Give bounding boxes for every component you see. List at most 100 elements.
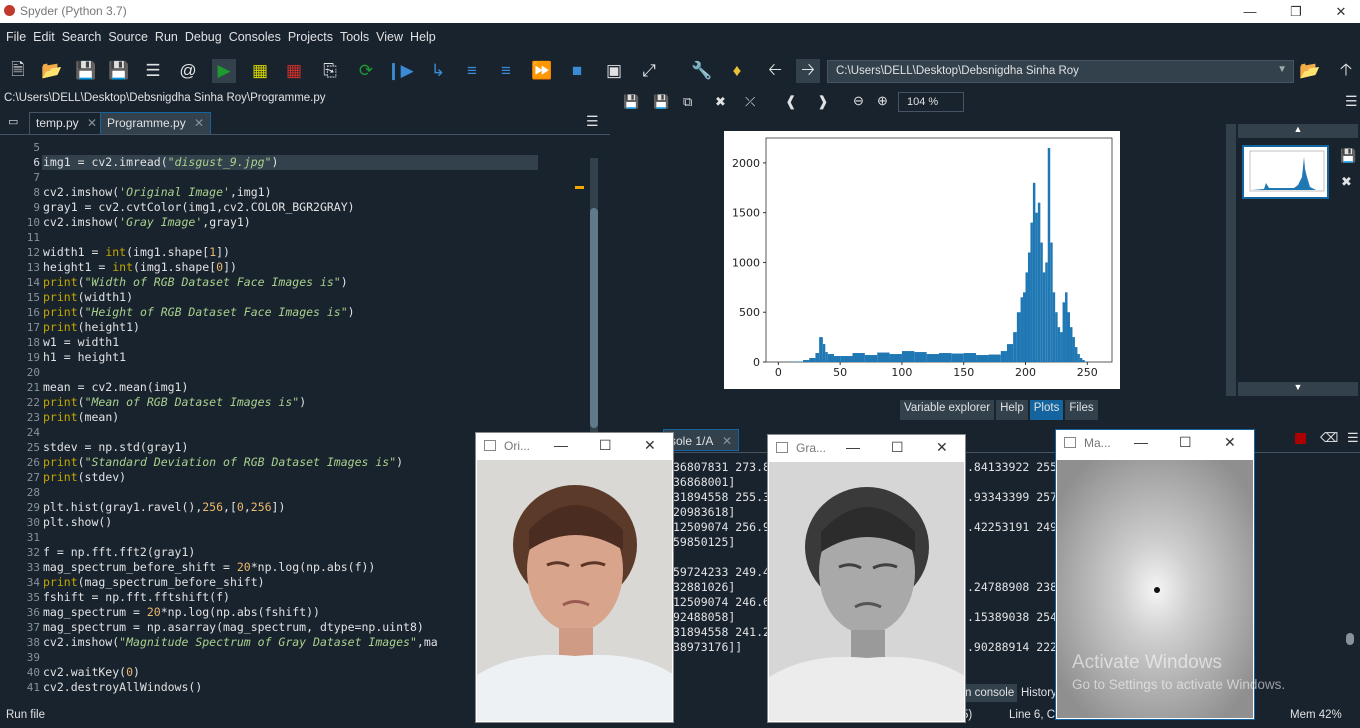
tab-files[interactable]: Files <box>1065 400 1098 420</box>
gray-image-window[interactable]: Gra... — ☐ ✕ <box>767 434 966 723</box>
menu-consoles[interactable]: Consoles <box>229 30 281 44</box>
minimize-icon[interactable]: — <box>1134 434 1148 450</box>
histogram-plot[interactable]: 0 50 100 150 200 250 0 500 1000 1500 2000 <box>724 131 1120 389</box>
run-cell-icon[interactable]: ▦ <box>248 59 272 83</box>
close-thumbnail-icon[interactable]: ✖ <box>1341 174 1352 190</box>
zoom-in-icon[interactable]: ⊕ <box>877 93 888 109</box>
parent-directory-icon[interactable]: 🡡 <box>1334 59 1358 83</box>
tab-plots[interactable]: Plots <box>1029 400 1064 420</box>
working-directory-combo[interactable]: C:\Users\DELL\Desktop\Debsnigdha Sinha R… <box>827 60 1294 83</box>
tab-variable-explorer[interactable]: Variable explorer <box>900 400 995 420</box>
histogram-bar <box>1082 360 1085 362</box>
maximize-pane-icon[interactable]: ▣ <box>602 59 626 83</box>
plots-toolbar: 💾 💾 ⧉ ✖ ⤫ ❰ ❱ ⊖ ⊕ 104 % ☰ <box>615 90 1360 115</box>
save-all-icon[interactable]: 💾 <box>107 59 131 83</box>
maximize-button[interactable]: ❐ <box>1273 0 1319 23</box>
close-console-tab-icon[interactable]: ✕ <box>722 434 732 448</box>
close-tab-icon[interactable]: ✕ <box>87 116 97 130</box>
maximize-icon[interactable]: ☐ <box>891 439 904 456</box>
python-icon[interactable]: ♦ <box>725 59 749 83</box>
menu-tools[interactable]: Tools <box>340 30 369 44</box>
maximize-icon[interactable]: ☐ <box>1179 434 1192 451</box>
browse-folder-icon[interactable]: 📂 <box>1298 59 1322 83</box>
run-selection-icon[interactable]: ⎘ <box>318 59 342 83</box>
new-file-icon[interactable]: 🗎 <box>6 59 30 83</box>
histogram-bar <box>809 358 816 362</box>
code-line-27: print(stdev) <box>43 470 127 484</box>
plots-options-icon[interactable]: ☰ <box>1345 93 1358 110</box>
fullscreen-icon[interactable]: ⤢ <box>637 59 661 83</box>
continue-icon[interactable]: ≡ <box>494 59 518 83</box>
back-arrow-icon[interactable]: 🡠 <box>763 59 787 83</box>
console-scrollbar-thumb[interactable] <box>1346 633 1354 645</box>
histogram-bar <box>1030 222 1033 362</box>
zoom-field[interactable]: 104 % <box>898 92 964 112</box>
menu-source[interactable]: Source <box>108 30 148 44</box>
close-tab-icon[interactable]: ✕ <box>194 116 204 130</box>
copy-plot-icon[interactable]: ⧉ <box>683 94 692 110</box>
console-options-icon[interactable]: ☰ <box>1347 430 1359 446</box>
thumbnail-scroll-up-icon[interactable]: ▲ <box>1238 124 1358 138</box>
open-file-icon[interactable]: 📂 <box>40 59 64 83</box>
editor-options-icon[interactable]: ☰ <box>586 113 599 130</box>
scrollbar-thumb[interactable] <box>590 208 598 428</box>
save-all-plots-icon[interactable]: 💾 <box>653 94 669 110</box>
code-line-26: print("Standard Deviation of RGB Dataset… <box>43 455 404 469</box>
list-icon[interactable]: ☰ <box>141 59 165 83</box>
browse-tabs-icon[interactable]: ▭ <box>8 115 18 128</box>
menu-debug[interactable]: Debug <box>185 30 222 44</box>
run-cell-advance-icon[interactable]: ▦ <box>282 59 306 83</box>
tab-ipython-console[interactable]: n console <box>961 684 1019 702</box>
console-scrollbar[interactable] <box>1345 453 1355 693</box>
menu-file[interactable]: File <box>6 30 26 44</box>
next-plot-icon[interactable]: ❱ <box>817 93 829 110</box>
tab-console[interactable]: sole 1/A ✕ <box>663 429 740 451</box>
histogram-bar <box>1023 292 1026 362</box>
remove-plot-icon[interactable]: ✖ <box>715 94 726 110</box>
maximize-icon[interactable]: ☐ <box>599 437 612 454</box>
console-line: .15389038 254 <box>967 610 1058 624</box>
step-return-icon[interactable]: ≡ <box>460 59 484 83</box>
minimize-icon[interactable]: — <box>554 437 568 453</box>
zoom-out-icon[interactable]: ⊖ <box>853 93 864 109</box>
save-icon[interactable]: 💾 <box>74 59 98 83</box>
at-icon[interactable]: @ <box>176 59 200 83</box>
forward-arrow-icon[interactable]: 🡢 <box>796 59 820 83</box>
fast-forward-icon[interactable]: ⏩ <box>530 59 554 83</box>
tab-help[interactable]: Help <box>996 400 1028 420</box>
close-icon[interactable]: ✕ <box>936 439 948 456</box>
histogram-bar <box>1060 332 1063 362</box>
thumbnail-scroll-down-icon[interactable]: ▼ <box>1238 382 1358 396</box>
stop-icon[interactable]: ■ <box>565 59 589 83</box>
run-icon[interactable]: ▶ <box>212 59 236 83</box>
remove-all-plots-icon[interactable]: ⤫ <box>745 94 755 110</box>
menu-search[interactable]: Search <box>62 30 102 44</box>
plot-thumbnail[interactable] <box>1242 145 1329 199</box>
close-icon[interactable]: ✕ <box>644 437 656 454</box>
code-line-14: print("Width of RGB Dataset Face Images … <box>43 275 348 289</box>
step-icon[interactable]: ❙▶ <box>386 59 413 83</box>
stop-kernel-icon[interactable] <box>1295 433 1306 444</box>
save-thumbnail-icon[interactable]: 💾 <box>1340 148 1356 164</box>
menu-edit[interactable]: Edit <box>33 30 55 44</box>
tab-temp-py[interactable]: temp.py ✕ <box>29 112 105 134</box>
menu-run[interactable]: Run <box>155 30 178 44</box>
original-image-window[interactable]: Ori... — ☐ ✕ <box>475 432 674 723</box>
previous-plot-icon[interactable]: ❰ <box>785 93 797 110</box>
tab-programme-py[interactable]: Programme.py ✕ <box>100 112 212 134</box>
menu-help[interactable]: Help <box>410 30 436 44</box>
close-button[interactable]: ✕ <box>1318 0 1360 23</box>
minimize-button[interactable]: — <box>1227 0 1273 23</box>
menu-projects[interactable]: Projects <box>288 30 333 44</box>
minimize-icon[interactable]: — <box>846 439 860 455</box>
step-into-icon[interactable]: ↳ <box>426 59 450 83</box>
histogram-bar <box>1045 262 1048 362</box>
debug-icon[interactable]: ⟳ <box>354 59 378 83</box>
histogram-bar <box>1057 327 1061 362</box>
clear-console-icon[interactable]: ⌫ <box>1320 430 1338 446</box>
save-plot-icon[interactable]: 💾 <box>623 94 639 110</box>
menu-view[interactable]: View <box>376 30 403 44</box>
close-icon[interactable]: ✕ <box>1224 434 1236 451</box>
wrench-icon[interactable]: 🔧 <box>690 59 714 83</box>
plot-scrollbar[interactable] <box>1226 124 1236 396</box>
